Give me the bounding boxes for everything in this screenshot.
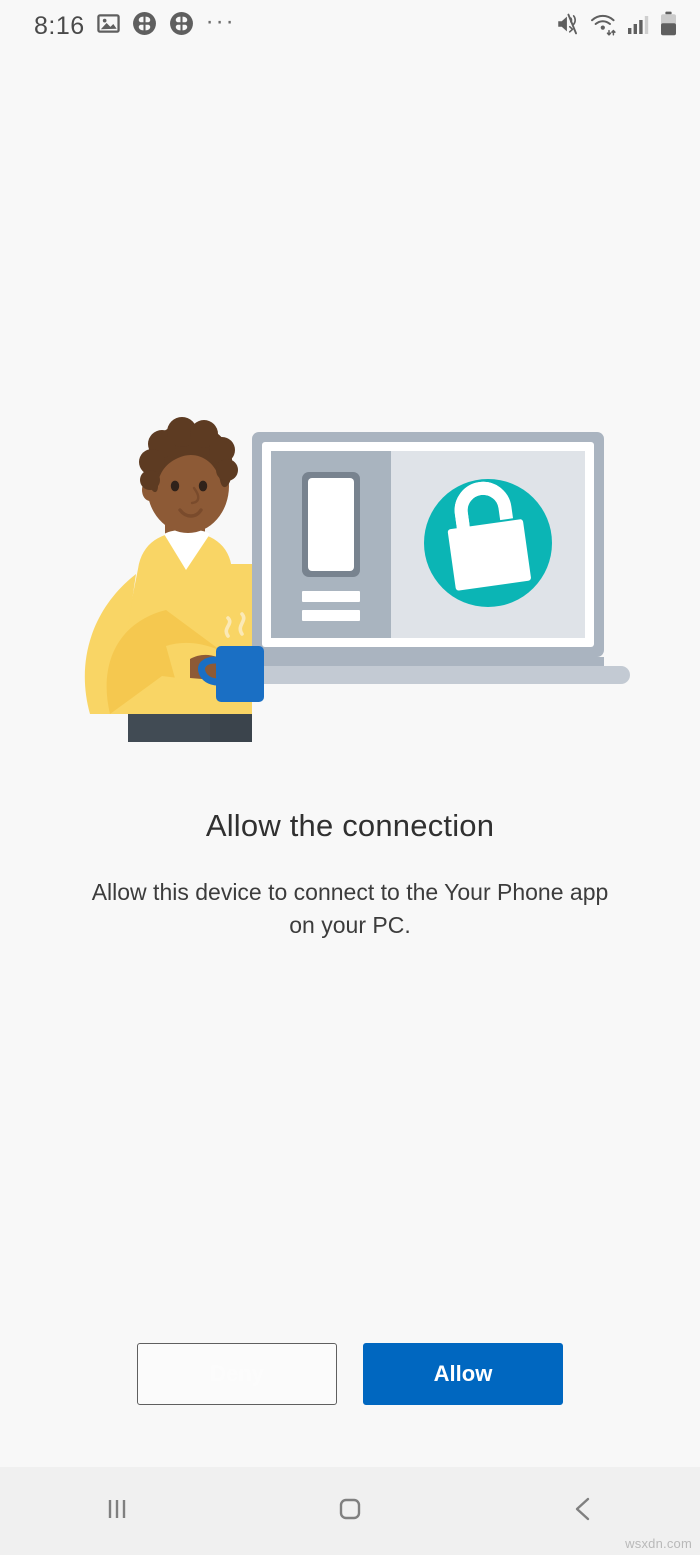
app-badge-icon-1 — [132, 11, 157, 41]
status-bar: 8:16 ··· — [0, 0, 700, 52]
page-description: Allow this device to connect to the Your… — [91, 879, 609, 938]
home-icon — [333, 1492, 367, 1531]
main-content: Allow the connection Allow this device t… — [0, 52, 700, 1467]
home-button[interactable] — [233, 1467, 466, 1555]
recents-button[interactable] — [0, 1467, 233, 1555]
mute-vibrate-icon — [555, 11, 581, 42]
allow-connection-illustration — [70, 414, 630, 764]
status-bar-overflow-icon: ··· — [205, 7, 236, 35]
status-bar-clock: 8:16 — [34, 11, 85, 40]
photo-gallery-icon — [96, 12, 120, 40]
watermark: wsxdn.com — [625, 1536, 692, 1551]
system-navigation-bar: wsxdn.com — [0, 1467, 700, 1555]
recents-icon — [100, 1492, 134, 1531]
deny-button[interactable]: Deny — [137, 1343, 337, 1405]
allow-button[interactable]: Allow — [363, 1343, 563, 1405]
wifi-icon — [590, 12, 618, 41]
page-title: Allow the connection — [205, 808, 495, 843]
status-bar-right — [555, 11, 678, 42]
back-chevron-icon — [566, 1492, 600, 1531]
battery-icon — [659, 11, 678, 41]
signal-bars-icon — [627, 12, 650, 41]
action-buttons: Deny Allow — [0, 1343, 700, 1405]
app-badge-icon-2 — [169, 11, 194, 41]
status-bar-left: 8:16 ··· — [34, 7, 236, 41]
phone-screen: 8:16 ··· Allow the connection Allow this… — [0, 0, 700, 1555]
